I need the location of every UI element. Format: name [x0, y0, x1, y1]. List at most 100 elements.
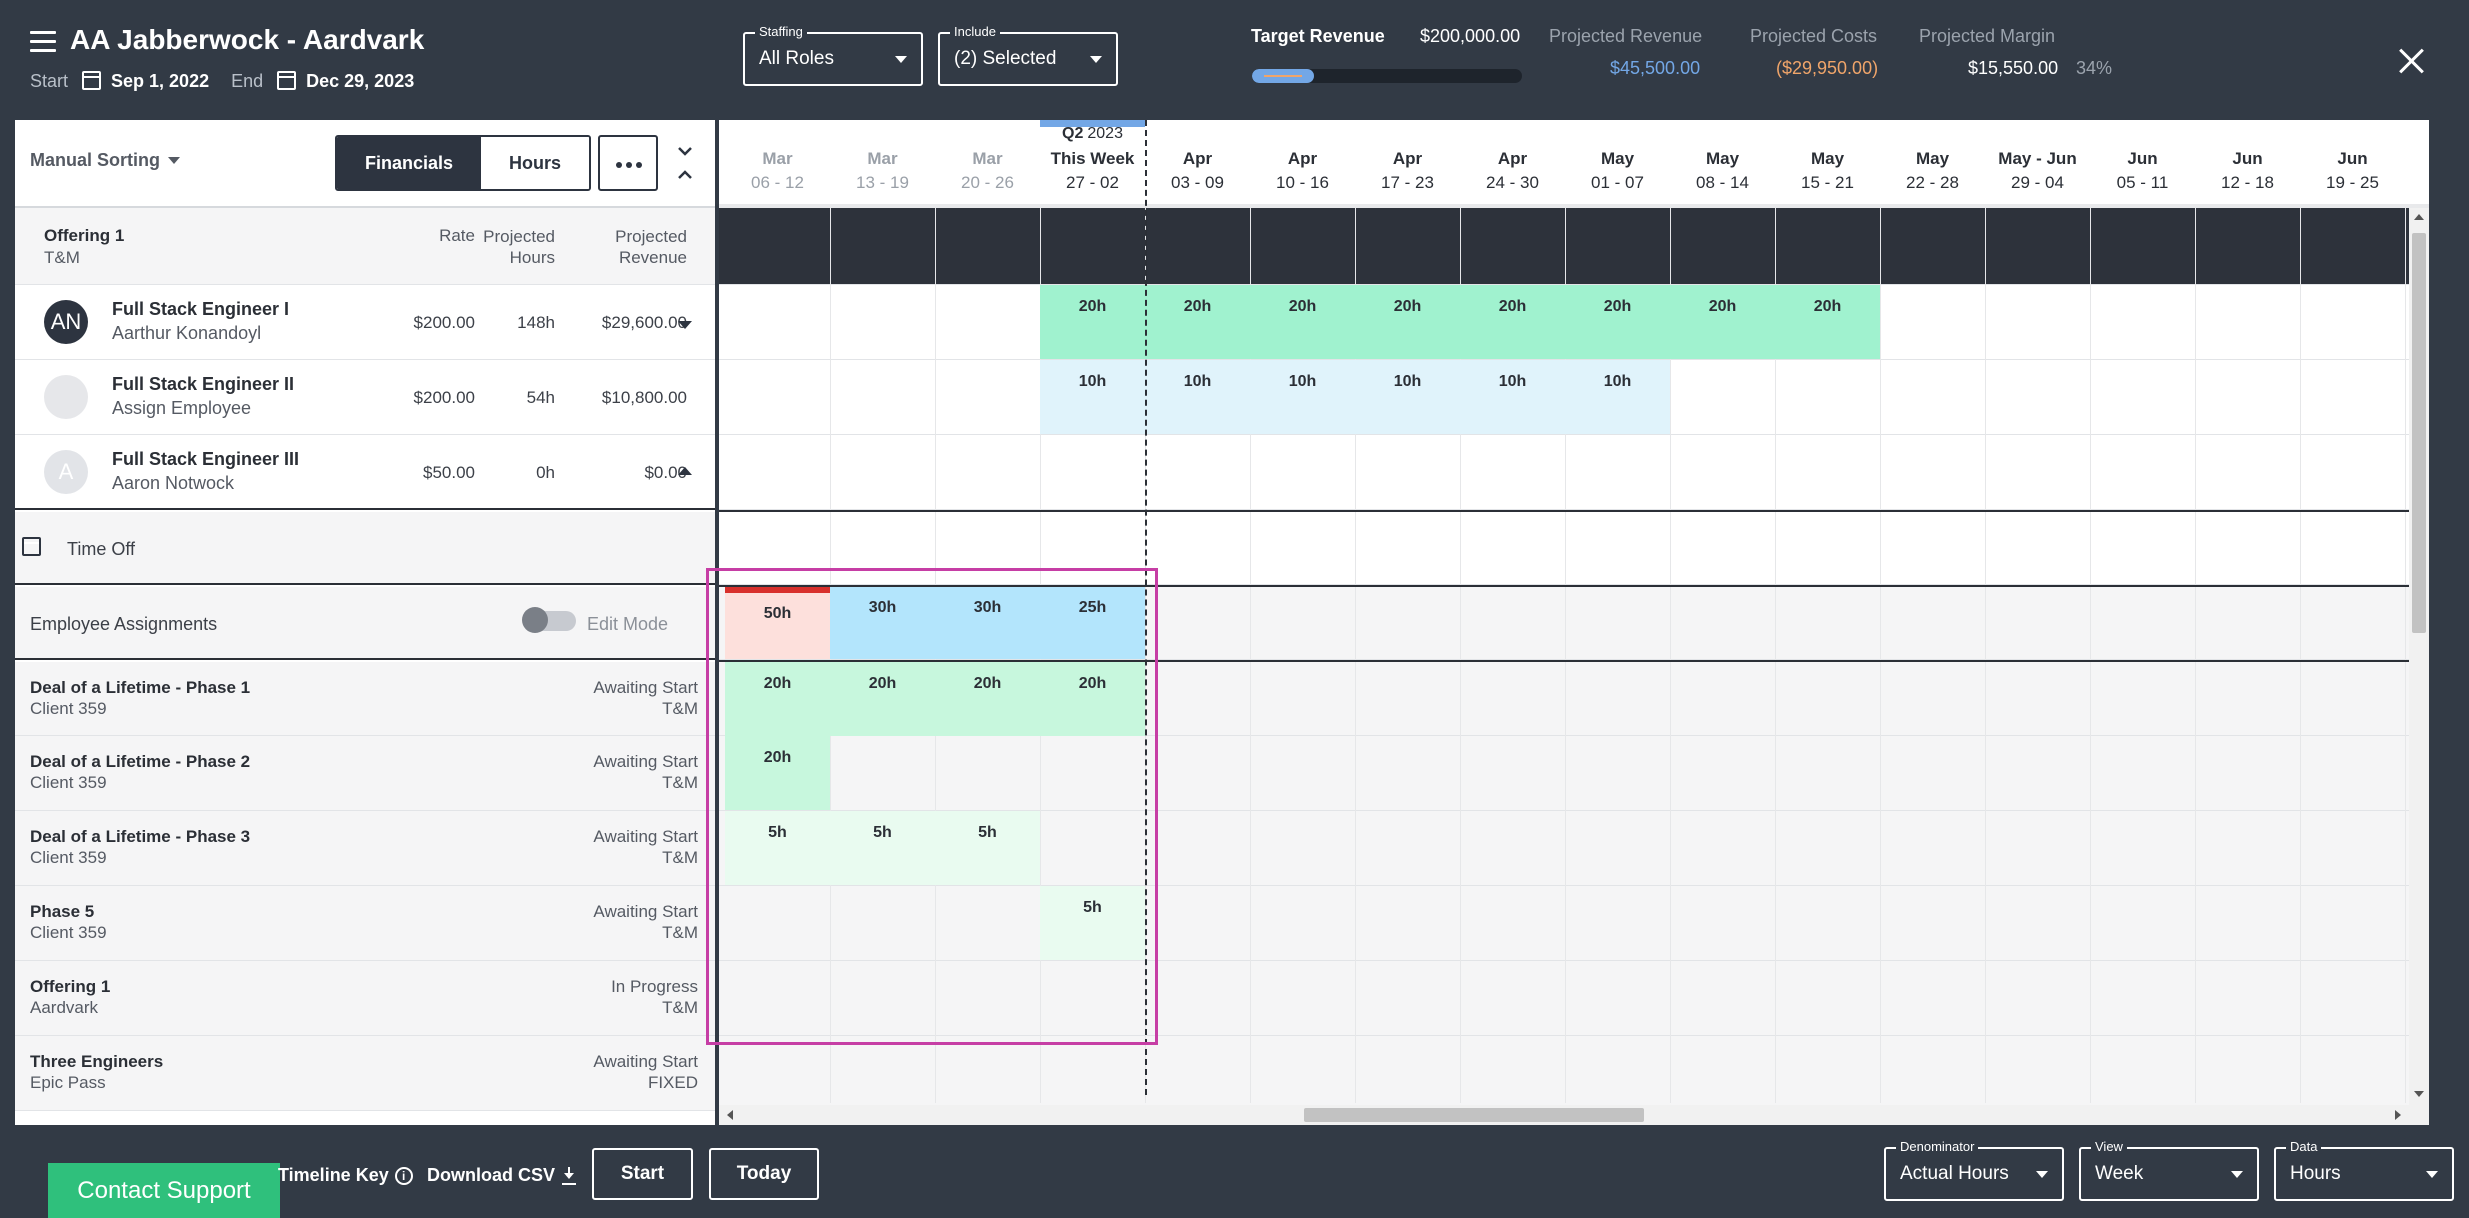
assigned-employee: Aaron Notwock — [112, 473, 235, 493]
week-column-header[interactable]: Q2 2023 This Week 27 - 02 — [1040, 120, 1145, 208]
role-hours-cell[interactable]: 20h — [1775, 285, 1880, 359]
week-column-header[interactable]: Mar 06 - 12 — [725, 120, 830, 208]
week-month: May - Jun — [1998, 149, 2077, 168]
week-dates: 10 - 16 — [1276, 173, 1329, 192]
quarter-label: Q3 2 — [2405, 125, 2429, 143]
week-column-header[interactable]: May - Jun 29 - 04 — [1985, 120, 2090, 208]
role-hours-cell[interactable]: 20h — [1250, 285, 1355, 359]
start-label: Start — [30, 71, 69, 91]
edit-mode-toggle[interactable] — [522, 607, 578, 633]
project-dates: Start Sep 1, 2022 End Dec 29, 2023 — [30, 70, 436, 92]
role-hours-cell[interactable]: 20h — [1040, 285, 1145, 359]
week-dates: 24 - 30 — [1486, 173, 1539, 192]
download-csv-link[interactable]: Download CSV — [427, 1165, 577, 1186]
week-column-header[interactable]: Apr 03 - 09 — [1145, 120, 1250, 208]
scroll-down-icon[interactable] — [2414, 1091, 2424, 1097]
timeline-header: Mar 06 - 12 Mar 13 - 19 Mar 20 - 26 Q2 2023 This… — [719, 120, 2429, 208]
deal-client: Aardvark — [30, 998, 99, 1017]
week-column-header[interactable]: Apr 17 - 23 — [1355, 120, 1460, 208]
deal-row[interactable]: Phase 5 Client 359 Awaiting Start T&M — [15, 886, 715, 961]
week-column-header[interactable]: May 15 - 21 — [1775, 120, 1880, 208]
week-column-header[interactable]: Q3 2 Jun 26 — [2405, 120, 2429, 208]
week-column-header[interactable]: Jun 19 - 25 — [2300, 120, 2405, 208]
data-select[interactable]: Data Hours — [2274, 1139, 2454, 1201]
week-column-header[interactable]: Mar 13 - 19 — [830, 120, 935, 208]
week-month: Jun — [2127, 149, 2158, 168]
chevron-up-icon[interactable] — [678, 467, 692, 475]
edit-mode-label: Edit Mode — [587, 614, 669, 634]
week-column-header[interactable]: May 01 - 07 — [1565, 120, 1670, 208]
menu-icon[interactable] — [30, 31, 56, 53]
week-dates: 26 — [2405, 173, 2429, 193]
deal-name: Deal of a Lifetime - Phase 2 — [30, 752, 251, 771]
close-icon[interactable] — [2398, 47, 2426, 75]
download-csv-label: Download CSV — [427, 1165, 556, 1185]
role-hours-cell[interactable]: 10h — [1460, 360, 1565, 434]
target-revenue-progress — [1252, 69, 1522, 83]
role-hours-cell[interactable]: 10h — [1145, 360, 1250, 434]
deal-row[interactable]: Offering 1 Aardvark In Progress T&M — [15, 961, 715, 1036]
vertical-scrollbar[interactable] — [2409, 208, 2429, 1105]
role-row[interactable]: Full Stack Engineer II Assign Employee $… — [15, 360, 715, 435]
role-hours-cell[interactable]: 20h — [1565, 285, 1670, 359]
week-column-header[interactable]: Jun 12 - 18 — [2195, 120, 2300, 208]
info-icon: i — [394, 1167, 413, 1186]
deal-row[interactable]: Deal of a Lifetime - Phase 1 Client 359 … — [15, 662, 715, 736]
more-icon[interactable] — [598, 135, 658, 191]
denominator-select[interactable]: Denominator Actual Hours — [1884, 1139, 2064, 1201]
hours-button[interactable]: Hours — [481, 137, 590, 189]
role-row[interactable]: A Full Stack Engineer III Aaron Notwock … — [15, 435, 715, 510]
chevron-down-icon[interactable] — [678, 321, 692, 329]
deal-name: Deal of a Lifetime - Phase 1 — [30, 678, 251, 697]
deal-row[interactable]: Deal of a Lifetime - Phase 3 Client 359 … — [15, 811, 715, 886]
scroll-right-icon[interactable] — [2395, 1110, 2401, 1120]
role-hours-cell[interactable]: 20h — [1145, 285, 1250, 359]
role-schedule-row — [719, 435, 2429, 510]
role-hours-cell[interactable]: 10h — [1250, 360, 1355, 434]
role-hours-cell[interactable]: 10h — [1040, 360, 1145, 434]
deal-type: T&M — [662, 773, 698, 792]
week-column-header[interactable]: May 22 - 28 — [1880, 120, 1985, 208]
staffing-select[interactable]: Staffing All Roles — [743, 24, 923, 86]
contact-support-button[interactable]: Contact Support — [48, 1163, 280, 1218]
horizontal-scroll-thumb[interactable] — [1304, 1108, 1644, 1122]
role-hours-cell[interactable]: 20h — [1670, 285, 1775, 359]
sort-dropdown[interactable]: Manual Sorting — [30, 150, 180, 171]
scroll-left-icon[interactable] — [727, 1110, 733, 1120]
timeline-key-link[interactable]: Timeline Key i — [278, 1165, 413, 1186]
week-divider — [2405, 208, 2406, 1103]
deal-row[interactable]: Deal of a Lifetime - Phase 2 Client 359 … — [15, 736, 715, 811]
denominator-value: Actual Hours — [1900, 1163, 2009, 1184]
assigned-employee: Aarthur Konandoyl — [112, 323, 262, 343]
horizontal-scrollbar[interactable] — [719, 1105, 2429, 1125]
week-column-header[interactable]: Apr 24 - 30 — [1460, 120, 1565, 208]
financials-button[interactable]: Financials — [337, 137, 482, 189]
week-column-header[interactable]: Jun 05 - 11 — [2090, 120, 2195, 208]
week-column-header[interactable]: Mar 20 - 26 — [935, 120, 1040, 208]
role-hours-cell[interactable]: 20h — [1460, 285, 1565, 359]
week-month: May — [1810, 149, 1845, 168]
week-month: Mar — [867, 149, 898, 168]
week-column-header[interactable]: May 08 - 14 — [1670, 120, 1775, 208]
role-row[interactable]: AN Full Stack Engineer I Aarthur Konando… — [15, 285, 715, 360]
project-header: AA Jabberwock - Aardvark Start Sep 1, 202… — [0, 0, 2469, 120]
today-button[interactable]: Today — [709, 1148, 819, 1200]
role-hours-cell[interactable]: 20h — [1355, 285, 1460, 359]
sort-label: Manual Sorting — [30, 150, 160, 170]
scroll-up-icon[interactable] — [2414, 214, 2424, 220]
week-month: Jun — [2232, 149, 2263, 168]
role-hours-cell[interactable]: 10h — [1355, 360, 1460, 434]
vertical-scroll-thumb[interactable] — [2412, 233, 2426, 633]
collapse-icon[interactable] — [675, 145, 695, 181]
deal-name: Phase 5 — [30, 902, 95, 921]
week-column-header[interactable]: Apr 10 - 16 — [1250, 120, 1355, 208]
projected-revenue-column-header: Projected Revenue — [615, 227, 687, 267]
role-hours-cell[interactable]: 10h — [1565, 360, 1670, 434]
footer-bar: Contact Support Timeline Key i Download C… — [0, 1125, 2469, 1218]
include-select[interactable]: Include (2) Selected — [938, 24, 1118, 86]
start-button[interactable]: Start — [592, 1148, 693, 1200]
view-select[interactable]: View Week — [2079, 1139, 2259, 1201]
assign-employee-link[interactable]: Assign Employee — [112, 398, 251, 419]
deal-row[interactable]: Three Engineers Epic Pass Awaiting Start… — [15, 1036, 715, 1111]
staffing-label: Staffing — [755, 24, 807, 39]
